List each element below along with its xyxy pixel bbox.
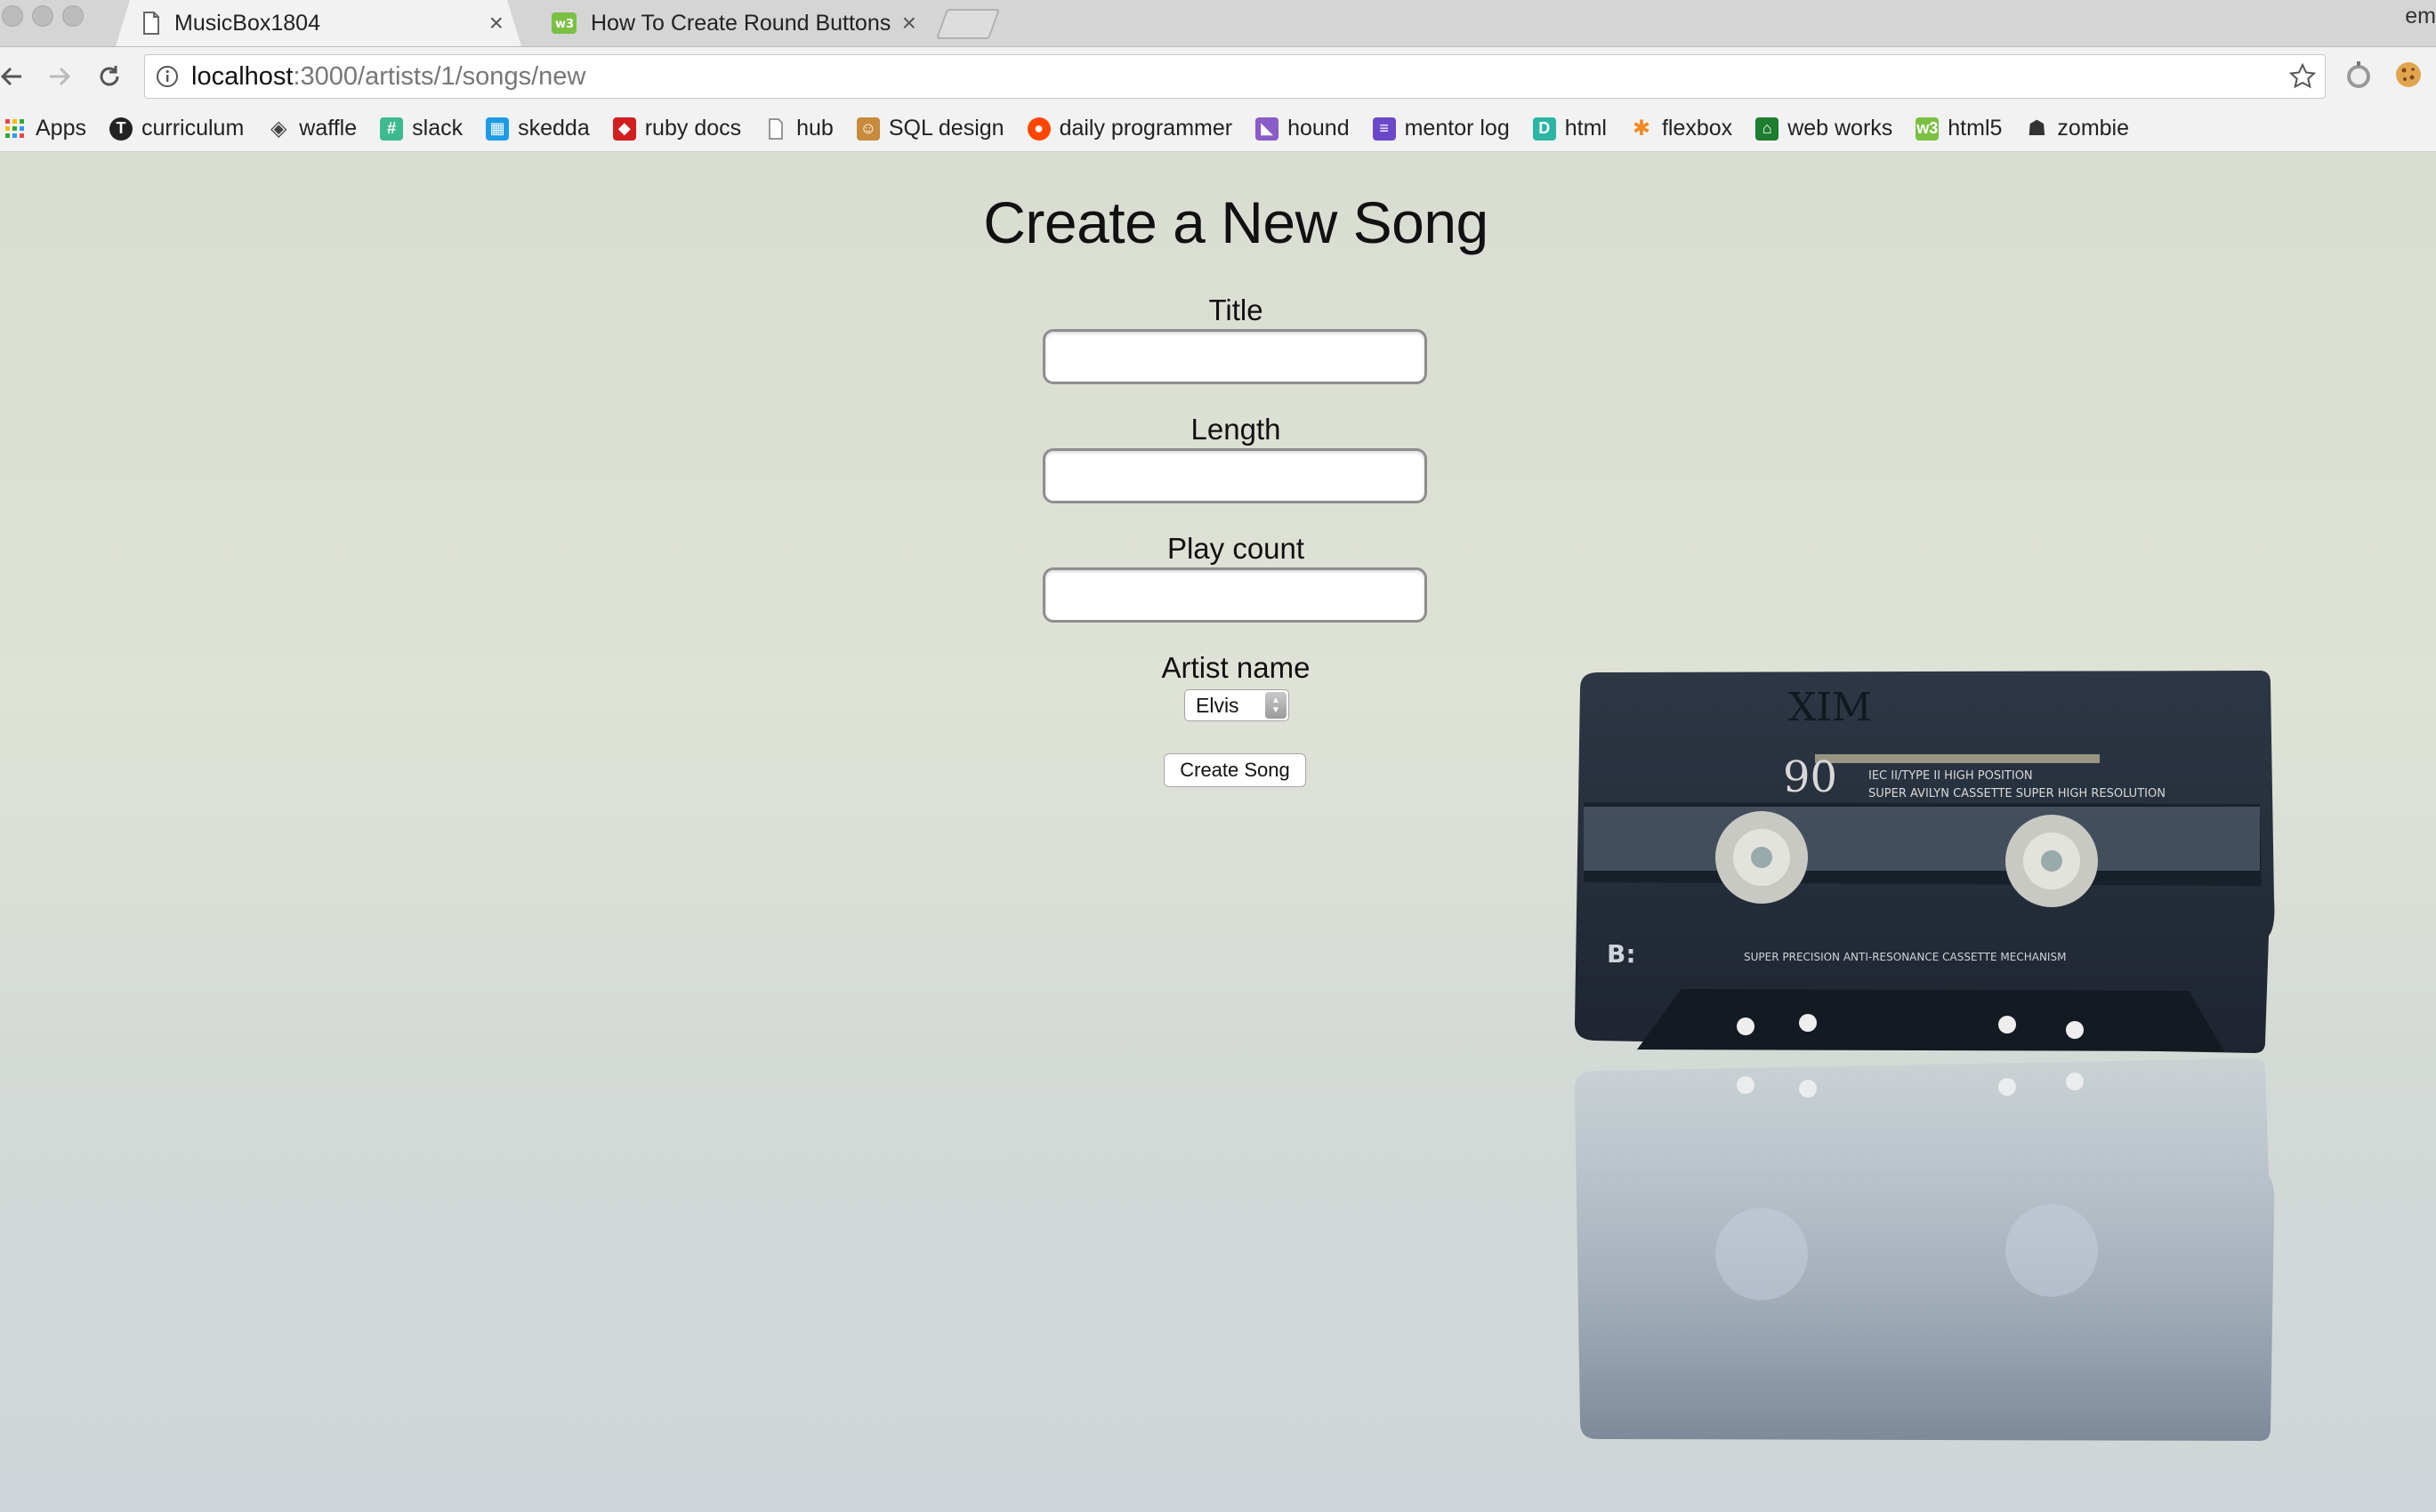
html-icon: D (1532, 117, 1556, 141)
maximize-window-button[interactable] (62, 5, 84, 27)
artist-name-label: Artist name (1161, 651, 1311, 684)
cassette-handwriting: XIM (1788, 685, 1872, 730)
cassette-mechanism-text: SUPER PRECISION ANTI-RESONANCE CASSETTE … (1744, 951, 2066, 963)
webworks-icon: ⌂ (1755, 117, 1779, 141)
bookmark-web-works[interactable]: ⌂ web works (1755, 116, 1892, 141)
bookmark-ruby-docs[interactable]: ◆ ruby docs (612, 116, 742, 141)
svg-text:w3: w3 (555, 18, 574, 31)
bookmark-daily-programmer[interactable]: ● daily programmer (1027, 116, 1233, 141)
artist-select[interactable]: Elvis ▲ ▼ (1184, 689, 1289, 721)
bookmark-label: mentor log (1404, 116, 1510, 141)
cassette-tape-image: 90 IEC II/TYPE II HIGH POSITION SUPER AV… (1575, 671, 2275, 1441)
close-window-button[interactable] (2, 5, 23, 27)
bookmark-html5[interactable]: w3 html5 (1916, 116, 2002, 141)
cassette-length-label: 90 (1783, 752, 1837, 802)
browser-toolbar: localhost:3000/artists/1/songs/new (0, 47, 2436, 106)
bookmark-flexbox[interactable]: ✱ flexbox (1630, 116, 1732, 141)
bookmark-label: hub (796, 116, 834, 141)
bookmark-label: zombie (2057, 116, 2130, 141)
w3-icon: w3 (552, 12, 577, 34)
new-tab-button[interactable] (935, 9, 1001, 39)
list-icon: ≡ (1372, 117, 1396, 141)
bookmark-slack[interactable]: # slack (380, 116, 463, 141)
bookmark-label: html (1564, 116, 1607, 141)
cassette-side-label: B: (1607, 939, 1636, 969)
document-icon (142, 12, 160, 35)
tab-musicbox[interactable]: MusicBox1804 × (116, 0, 521, 46)
person-icon: ☺ (856, 117, 880, 141)
cassette-spec-2: SUPER AVILYN CASSETTE SUPER HIGH RESOLUT… (1868, 787, 2166, 800)
bookmark-curriculum[interactable]: Tcurriculum (109, 116, 244, 141)
profile-label[interactable]: em (2405, 4, 2436, 29)
bookmark-label: SQL design (888, 116, 1004, 141)
bookmark-hub[interactable]: hub (764, 116, 834, 141)
ruby-icon: ◆ (612, 117, 636, 141)
bookmark-apps[interactable]: Apps (4, 116, 86, 141)
bookmark-label: web works (1787, 116, 1893, 141)
artist-selected-value: Elvis (1196, 693, 1239, 717)
bookmark-label: daily programmer (1059, 116, 1233, 141)
reddit-icon: ● (1027, 117, 1051, 141)
calendar-icon: ▦ (486, 117, 510, 141)
tab-strip: MusicBox1804 × w3 How To Create Round Bu… (0, 0, 2436, 47)
cassette-spec-1: IEC II/TYPE II HIGH POSITION (1868, 769, 2033, 783)
extension-timer-icon[interactable] (2343, 60, 2374, 94)
address-bar[interactable]: localhost:3000/artists/1/songs/new (144, 54, 2326, 99)
w3-icon: w3 (1916, 117, 1940, 141)
cookie-icon[interactable] (2393, 60, 2424, 94)
bookmark-waffle[interactable]: ◈ waffle (267, 116, 357, 141)
bookmark-mentor-log[interactable]: ≡ mentor log (1372, 116, 1510, 141)
bookmark-label: hound (1287, 116, 1350, 141)
close-icon[interactable]: × (902, 9, 916, 37)
reload-icon[interactable] (94, 61, 125, 92)
back-arrow-icon[interactable] (0, 61, 27, 92)
select-stepper-icon: ▲ ▼ (1265, 692, 1287, 719)
close-icon[interactable]: × (489, 9, 504, 37)
create-song-button[interactable]: Create Song (1164, 753, 1306, 787)
star-icon[interactable] (2288, 62, 2317, 97)
zombie-icon: ☗ (2027, 117, 2047, 141)
bookmark-label: waffle (299, 116, 358, 141)
bookmark-label: flexbox (1661, 116, 1733, 141)
page-content: 90 IEC II/TYPE II HIGH POSITION SUPER AV… (0, 153, 2436, 1512)
apps-grid-icon (4, 117, 27, 141)
play-count-label: Play count (1166, 532, 1305, 565)
bookmark-hound[interactable]: ◣ hound (1255, 116, 1350, 141)
tab-title: MusicBox1804 (174, 10, 320, 36)
bookmark-label: html5 (1948, 116, 2003, 141)
forward-arrow-icon[interactable] (44, 61, 75, 92)
slack-icon: # (380, 117, 404, 141)
bookmark-label: Apps (36, 116, 86, 141)
asterisk-icon: ✱ (1632, 117, 1651, 141)
url-host: localhost (191, 61, 294, 91)
length-input[interactable] (1043, 448, 1427, 503)
bookmark-skedda[interactable]: ▦ skedda (486, 116, 590, 141)
bookmark-label: skedda (518, 116, 590, 141)
bookmark-label: ruby docs (644, 116, 742, 141)
url-path: :3000/artists/1/songs/new (293, 61, 586, 91)
bookmark-label: slack (412, 116, 464, 141)
info-icon[interactable] (156, 65, 179, 88)
bookmark-label: curriculum (141, 116, 245, 141)
bookmark-sql-design[interactable]: ☺ SQL design (856, 116, 1004, 141)
minimize-window-button[interactable] (32, 5, 53, 27)
title-label: Title (1208, 294, 1263, 326)
turing-logo-icon: T (109, 117, 133, 141)
hound-icon: ◣ (1255, 117, 1279, 141)
document-icon (764, 117, 787, 141)
bookmark-html[interactable]: Dhtml (1532, 116, 1607, 141)
bookmark-zombie[interactable]: ☗ zombie (2025, 116, 2129, 141)
play-count-input[interactable] (1043, 567, 1427, 623)
title-input[interactable] (1043, 329, 1427, 384)
waffle-icon: ◈ (270, 117, 287, 141)
length-label: Length (1190, 413, 1281, 446)
tab-title: How To Create Round Buttons (591, 10, 891, 36)
page-title: Create a New Song (983, 189, 1488, 255)
tab-round-buttons[interactable]: w3 How To Create Round Buttons × (525, 0, 934, 46)
bookmarks-bar: Apps Tcurriculum ◈ waffle # slack ▦ skedda ◆ ruby… (0, 106, 2436, 152)
